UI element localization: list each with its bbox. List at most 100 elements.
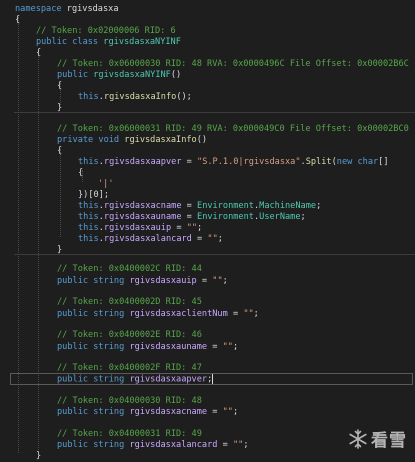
namespace-name: rgivsdasxa — [66, 4, 119, 14]
string-literal: "" — [186, 223, 198, 233]
keyword: public — [57, 309, 89, 319]
keyword: string — [93, 374, 125, 385]
brace: { — [57, 146, 63, 156]
code-line: // Token: 0x04000031 RID: 49 — [57, 429, 202, 440]
brace: } — [57, 103, 63, 113]
comment: // Token: 0x0400002E RID: 46 — [57, 330, 202, 340]
constructor-name: rgivsdasxaNYINF — [93, 70, 171, 80]
call-tail: (); — [176, 92, 192, 102]
keyword: string — [93, 407, 125, 417]
index-tail: })[0]; — [78, 190, 110, 200]
code-line: public string rgivsdasxauname = ""; — [57, 342, 239, 352]
property-name: MachineName — [259, 201, 317, 211]
keyword: this — [78, 234, 99, 244]
code-line: })[0]; — [78, 190, 109, 201]
code-line: public class rgivsdasxaNYINF — [36, 37, 181, 48]
string-literal: "S.P.1.0|rgivsdasxa" — [197, 157, 301, 167]
keyword: string — [93, 440, 125, 450]
keyword: class — [72, 37, 99, 47]
code-line: { — [57, 146, 62, 157]
brace: } — [57, 245, 63, 255]
code-line: // Token: 0x06000031 RID: 49 RVA: 0x0000… — [57, 124, 409, 135]
code-line: public string rgivsdasxauip = ""; — [57, 276, 228, 286]
snowflake-icon — [349, 428, 367, 449]
keyword: public — [57, 276, 89, 286]
keyword: new — [336, 157, 353, 167]
code-line: this.rgivsdasxauname = Environment.UserN… — [78, 212, 306, 222]
field-ref: rgivsdasxacname — [103, 201, 182, 211]
parens: () — [170, 70, 182, 80]
keyword: namespace — [15, 4, 62, 14]
field-name: rgivsdasxaapver — [129, 374, 208, 385]
method-call: rgivsdasxaInfo — [103, 92, 177, 102]
class-name: rgivsdasxaNYINF — [103, 37, 181, 47]
text-caret — [212, 374, 214, 384]
watermark-logo: 看雪 — [348, 426, 407, 451]
string-literal: "" — [222, 407, 233, 417]
comment: // Token: 0x06000030 RID: 48 RVA: 0x0000… — [57, 59, 409, 69]
keyword: this — [78, 157, 99, 167]
code-line: public string rgivsdasxaclientNum = ""; — [57, 309, 259, 319]
method-separator — [14, 112, 415, 113]
brace: { — [78, 168, 84, 178]
brace: { — [36, 48, 42, 58]
parens: () — [196, 135, 208, 145]
comment: // Token: 0x0400002C RID: 44 — [57, 264, 202, 274]
method-separator — [14, 254, 415, 255]
keyword: this — [78, 201, 99, 211]
method-name: rgivsdasxaInfo — [124, 135, 197, 145]
code-line: // Token: 0x0400002D RID: 45 — [57, 297, 202, 308]
keyword: public — [57, 342, 89, 352]
keyword: string — [93, 276, 125, 286]
indent-guide — [60, 149, 61, 237]
code-line: this.rgivsdasxacname = Environment.Machi… — [78, 201, 322, 211]
code-line: { — [15, 15, 20, 26]
method-call: Split — [305, 157, 332, 167]
field-ref: rgivsdasxaapver — [103, 157, 182, 167]
keyword: string — [93, 309, 125, 319]
keyword: string — [93, 342, 125, 352]
indent-guide — [38, 50, 39, 450]
comment: // Token: 0x06000031 RID: 49 RVA: 0x0000… — [57, 124, 409, 134]
field-name: rgivsdasxaclientNum — [129, 309, 228, 319]
code-line: this.rgivsdasxalancard = ""; — [78, 234, 223, 244]
code-line: } — [57, 245, 62, 256]
property-name: UserName — [259, 212, 301, 222]
keyword: void — [98, 135, 120, 145]
comment: // Token: 0x0400002D RID: 45 — [57, 297, 202, 307]
code-line: { — [57, 81, 62, 92]
string-literal: "" — [243, 309, 254, 319]
keyword: this — [78, 223, 99, 233]
watermark-text: 看雪 — [371, 431, 407, 451]
code-line: // Token: 0x0400002F RID: 47 — [57, 363, 202, 374]
code-line: // Token: 0x04000030 RID: 48 — [57, 396, 202, 407]
code-line: private void rgivsdasxaInfo() — [57, 135, 207, 146]
field-name: rgivsdasxacname — [129, 407, 208, 417]
code-line: { — [36, 48, 41, 59]
string-literal: "" — [212, 276, 223, 286]
type-name: Environment — [197, 201, 254, 211]
keyword: public — [36, 37, 68, 47]
field-name: rgivsdasxauname — [129, 342, 208, 352]
string-literal: "" — [222, 342, 233, 352]
string-literal: "" — [207, 234, 218, 244]
code-editor[interactable]: namespace rgivsdasxa { // Token: 0x02000… — [0, 0, 415, 461]
field-ref: rgivsdasxauip — [103, 223, 172, 233]
code-line: public string rgivsdasxalancard = ""; — [57, 440, 249, 450]
field-ref: rgivsdasxalancard — [103, 234, 192, 244]
keyword: this — [78, 212, 99, 222]
brace: { — [15, 15, 21, 25]
comment: // Token: 0x04000030 RID: 48 — [57, 396, 202, 406]
field-ref: rgivsdasxauname — [103, 212, 182, 222]
code-line: public string rgivsdasxaapver; — [57, 374, 214, 385]
brace: { — [57, 81, 63, 91]
keyword: public — [57, 407, 89, 417]
keyword: this — [78, 92, 99, 102]
code-line: this.rgivsdasxaapver = "S.P.1.0|rgivsdas… — [78, 157, 389, 167]
code-line: public rgivsdasxaNYINF() — [57, 70, 181, 81]
keyword: public — [57, 440, 89, 450]
keyword: private — [57, 135, 94, 145]
code-line: public string rgivsdasxacname = ""; — [57, 407, 239, 417]
code-line: namespace rgivsdasxa — [15, 4, 119, 15]
keyword: char — [357, 157, 379, 167]
